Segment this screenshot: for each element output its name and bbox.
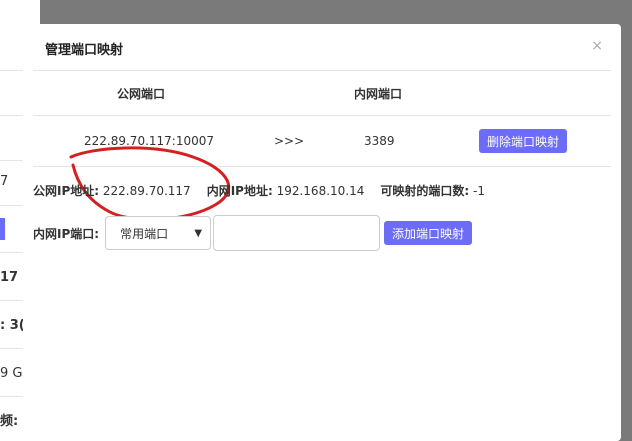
background-text: 7 — [0, 174, 9, 189]
port-mapping-modal: 管理端口映射 × 公网端口 内网端口 222.89.70.117:10007 >… — [23, 24, 621, 441]
add-mapping-form: 内网IP端口: 常用端口 ▼ 添加端口映射 — [33, 215, 473, 251]
arrow-cell: >>> — [274, 134, 305, 148]
internal-port-cell: 3389 — [364, 134, 395, 148]
table-header: 公网端口 内网端口 — [33, 71, 611, 116]
modal-header: 管理端口映射 × — [33, 24, 611, 71]
chevron-down-icon: ▼ — [194, 227, 203, 239]
mappable-count-value: -1 — [473, 184, 485, 198]
close-icon[interactable]: × — [591, 38, 603, 54]
public-ip-label: 公网IP地址: — [33, 184, 100, 198]
header-public-port: 公网端口 — [117, 87, 166, 101]
common-port-select[interactable]: 常用端口 ▼ — [105, 216, 212, 250]
header-internal-port: 内网端口 — [354, 87, 403, 101]
modal-title: 管理端口映射 — [45, 43, 124, 58]
background-text: 17 — [0, 270, 19, 285]
mappable-count-label: 可映射的端口数: — [380, 184, 470, 198]
internal-ip-label: 内网IP地址: — [206, 184, 273, 198]
port-mapping-table: 公网端口 内网端口 222.89.70.117:10007 >>> 3389 删… — [33, 71, 611, 221]
ip-info-row: 公网IP地址: 222.89.70.117 内网IP地址: 192.168.10… — [33, 182, 501, 199]
internal-ip-value: 192.168.10.14 — [276, 184, 365, 198]
background-button — [0, 218, 5, 240]
port-input[interactable] — [213, 215, 381, 251]
internal-port-label: 内网IP端口: — [33, 226, 100, 241]
public-ip-value: 222.89.70.117 — [102, 184, 191, 198]
select-value: 常用端口 — [120, 226, 169, 241]
add-mapping-button[interactable]: 添加端口映射 — [384, 221, 473, 245]
background-text: : 3( — [0, 318, 25, 333]
delete-mapping-button[interactable]: 删除端口映射 — [479, 129, 567, 153]
